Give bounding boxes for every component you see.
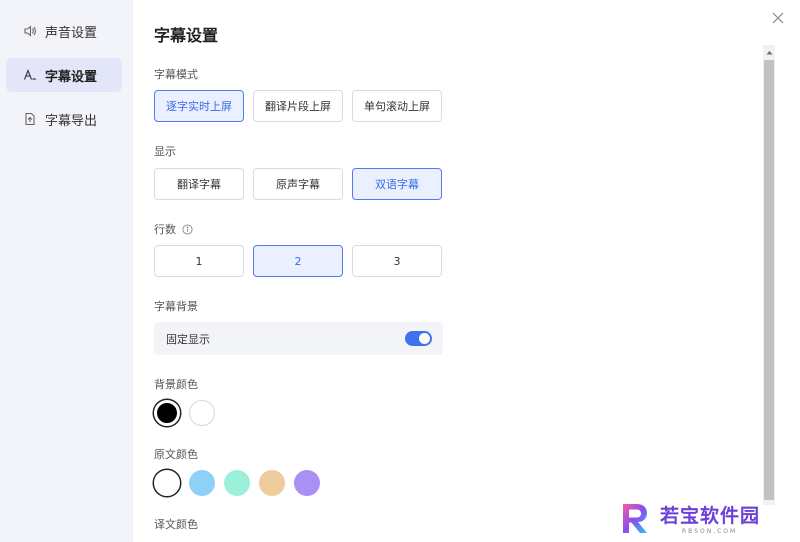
mode-option-word-realtime[interactable]: 逐字实时上屏 [154,90,244,122]
fixed-display-toggle[interactable] [405,331,432,346]
line-count-option-1[interactable]: 1 [154,245,244,277]
watermark-logo-icon [623,504,647,533]
sidebar-item-label: 字幕设置 [45,69,98,85]
fixed-display-row: 固定显示 [154,322,443,355]
sidebar-item-label: 声音设置 [45,25,98,41]
subtitle-background-label: 字幕背景 [154,300,198,313]
bg-color-swatch-black[interactable] [154,400,180,426]
fixed-display-label: 固定显示 [166,332,210,346]
subtitle-mode-label: 字幕模式 [154,68,198,81]
background-color-label: 背景颜色 [154,378,198,391]
display-options: 翻译字幕 原声字幕 双语字幕 [154,168,442,200]
source-color-swatch-white[interactable] [154,470,180,496]
subtitle-font-icon [23,68,37,82]
scroll-thumb[interactable] [764,60,774,500]
export-file-icon [23,112,37,126]
sidebar-item-sound-settings[interactable]: 声音设置 [6,14,122,48]
watermark-text: 若宝软件园 RBSON.COM [660,501,760,535]
scroll-up-arrow[interactable] [763,45,775,59]
mode-option-translation-segment[interactable]: 翻译片段上屏 [253,90,343,122]
settings-panel: 字幕设置 字幕模式 逐字实时上屏 翻译片段上屏 单句滚动上屏 显示 翻译字幕 原… [133,0,800,542]
source-color-swatches [154,470,320,496]
source-color-swatch-blue[interactable] [189,470,215,496]
close-button[interactable] [770,10,786,26]
toggle-knob [419,333,430,344]
sidebar: 声音设置 字幕设置 字幕导出 [0,0,133,542]
sidebar-item-subtitle-export[interactable]: 字幕导出 [6,102,122,136]
display-option-bilingual[interactable]: 双语字幕 [352,168,442,200]
line-count-option-2[interactable]: 2 [253,245,343,277]
source-color-swatch-tan[interactable] [259,470,285,496]
source-color-swatch-mint[interactable] [224,470,250,496]
sidebar-item-subtitle-settings[interactable]: 字幕设置 [6,58,122,92]
source-color-swatch-purple[interactable] [294,470,320,496]
chevron-up-icon [766,50,772,54]
sidebar-item-label: 字幕导出 [45,113,98,129]
watermark-sub-text: RBSON.COM [682,528,738,535]
watermark: 若宝软件园 RBSON.COM [618,498,788,538]
translation-color-label: 译文颜色 [154,518,198,531]
line-count-label-text: 行数 [154,223,176,236]
page-title: 字幕设置 [154,26,219,45]
line-count-options: 1 2 3 [154,245,442,277]
subtitle-mode-options: 逐字实时上屏 翻译片段上屏 单句滚动上屏 [154,90,442,122]
bg-color-swatch-white[interactable] [189,400,215,426]
source-color-label: 原文颜色 [154,448,198,461]
display-option-original[interactable]: 原声字幕 [253,168,343,200]
watermark-main-text: 若宝软件园 [660,505,761,527]
mode-option-sentence-scroll[interactable]: 单句滚动上屏 [352,90,442,122]
close-icon [772,12,784,24]
line-count-option-3[interactable]: 3 [352,245,442,277]
scrollbar[interactable] [763,45,775,505]
speaker-icon [23,24,37,38]
background-color-swatches [154,400,215,426]
info-icon[interactable] [182,223,193,235]
line-count-label: 行数 [154,221,193,237]
display-label: 显示 [154,145,176,158]
display-option-translation[interactable]: 翻译字幕 [154,168,244,200]
